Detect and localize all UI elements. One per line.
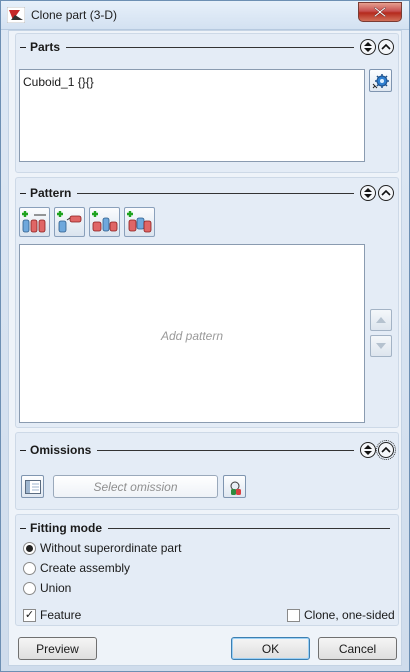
- gear-pick-icon: [230, 481, 241, 495]
- collapse-section-button[interactable]: [376, 440, 396, 460]
- triangle-up-icon: [376, 317, 386, 323]
- radio-label: Create assembly: [40, 561, 131, 575]
- add-grid-pattern-icon: [127, 211, 152, 233]
- pattern-panel: Pattern Add pattern: [15, 177, 399, 428]
- radio-union[interactable]: Union: [23, 581, 71, 595]
- clone-one-sided-checkbox-row[interactable]: Clone, one-sided: [287, 608, 395, 622]
- feature-checkbox-row[interactable]: ✓ Feature: [23, 608, 81, 622]
- fitting-mode-section-header: Fitting mode: [20, 519, 394, 537]
- fitting-mode-panel: Fitting mode Without superordinate part …: [15, 514, 399, 626]
- expand-all-button[interactable]: [360, 185, 376, 201]
- add-linear-pattern-icon: [22, 211, 46, 233]
- omissions-title: Omissions: [30, 443, 92, 457]
- title-bar[interactable]: Clone part (3-D): [1, 1, 409, 30]
- clone-one-sided-checkbox[interactable]: [287, 608, 300, 622]
- radio-button[interactable]: [23, 561, 36, 575]
- move-up-button[interactable]: [370, 309, 392, 331]
- radio-create-assembly[interactable]: Create assembly: [23, 561, 130, 575]
- window-title: Clone part (3-D): [31, 8, 118, 22]
- cancel-button[interactable]: Cancel: [318, 637, 397, 660]
- pick-omission-button[interactable]: [223, 475, 246, 498]
- add-mirror-pattern-icon: [92, 211, 118, 232]
- gear-pick-icon: [372, 73, 389, 88]
- pattern-section-header: Pattern: [20, 184, 394, 202]
- omissions-section-header: Omissions: [20, 440, 396, 460]
- radio-button[interactable]: [23, 541, 36, 555]
- radio-button[interactable]: [23, 581, 36, 595]
- double-chevron-icon: [364, 188, 372, 198]
- close-button[interactable]: [358, 2, 402, 22]
- clone-part-dialog: Clone part (3-D) Parts Cuboid_1 {}{} Pat…: [0, 0, 410, 672]
- collapse-section-button[interactable]: [378, 39, 394, 55]
- radio-label: Without superordinate part: [40, 541, 182, 555]
- preview-label: Preview: [36, 641, 79, 656]
- close-x-icon: [374, 7, 386, 17]
- parts-field[interactable]: Cuboid_1 {}{}: [19, 69, 365, 162]
- parts-title: Parts: [30, 40, 61, 54]
- preview-button[interactable]: Preview: [18, 637, 97, 660]
- expand-all-button[interactable]: [360, 39, 376, 55]
- parts-value: Cuboid_1 {}{}: [23, 75, 94, 89]
- pattern-placeholder: Add pattern: [160, 329, 224, 343]
- chevron-up-icon: [381, 43, 391, 50]
- select-omission-label: Select omission: [93, 479, 178, 494]
- fitting-mode-title: Fitting mode: [30, 521, 102, 535]
- clone-one-sided-label: Clone, one-sided: [304, 608, 395, 622]
- chevron-up-icon: [381, 189, 391, 196]
- add-grid-pattern-button[interactable]: [124, 207, 155, 237]
- feature-checkbox[interactable]: ✓: [23, 608, 36, 622]
- pattern-title: Pattern: [30, 186, 72, 200]
- parts-panel: Parts Cuboid_1 {}{}: [15, 33, 399, 173]
- list-panel-icon: [24, 479, 41, 494]
- radio-label: Union: [40, 581, 72, 595]
- omission-list-button[interactable]: [21, 475, 44, 498]
- dialog-content: Parts Cuboid_1 {}{} Pattern Add pattern …: [8, 30, 402, 666]
- pick-parts-button[interactable]: [369, 69, 392, 92]
- ok-label: OK: [261, 641, 280, 656]
- expand-all-button[interactable]: [360, 442, 376, 458]
- omissions-panel: Omissions Select omission: [15, 432, 399, 510]
- pattern-list[interactable]: Add pattern: [19, 244, 365, 423]
- select-omission-button[interactable]: Select omission: [53, 475, 218, 498]
- parts-section-header: Parts: [20, 38, 394, 56]
- chevron-up-icon: [381, 446, 391, 453]
- add-rotated-pattern-icon: [57, 211, 82, 233]
- add-rotated-pattern-button[interactable]: [54, 207, 85, 237]
- radio-without-superordinate[interactable]: Without superordinate part: [23, 541, 181, 555]
- collapse-section-button[interactable]: [378, 185, 394, 201]
- add-linear-pattern-button[interactable]: [19, 207, 50, 237]
- ok-button[interactable]: OK: [231, 637, 310, 660]
- hicad-logo-icon: [7, 7, 25, 23]
- double-chevron-icon: [364, 445, 372, 455]
- double-chevron-icon: [364, 42, 372, 52]
- triangle-down-icon: [376, 343, 386, 349]
- move-down-button[interactable]: [370, 335, 392, 357]
- feature-label: Feature: [40, 608, 82, 622]
- add-mirror-pattern-button[interactable]: [89, 207, 120, 237]
- cancel-label: Cancel: [338, 641, 377, 656]
